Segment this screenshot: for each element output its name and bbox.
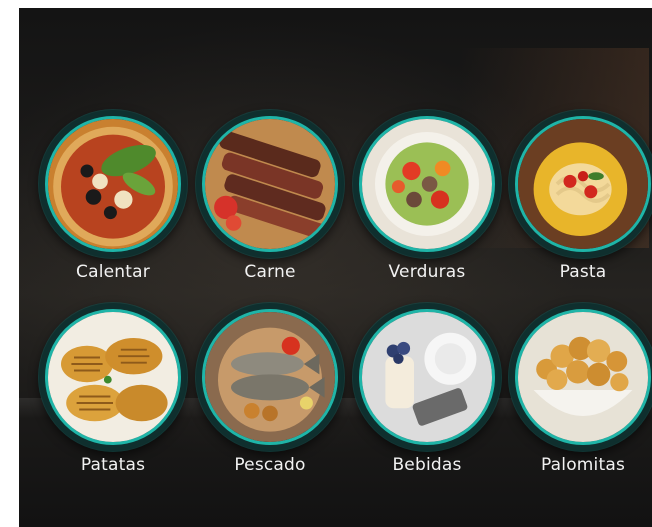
menu-item-label: Pasta xyxy=(559,262,607,282)
vegetables-icon xyxy=(359,116,495,252)
menu-item-label: Bebidas xyxy=(392,455,462,475)
pizza-icon xyxy=(45,116,181,252)
menu-item-palomitas[interactable]: Palomitas xyxy=(509,303,652,483)
menu-item-patatas[interactable]: Patatas xyxy=(39,303,187,483)
menu-item-label: Verduras xyxy=(388,262,466,282)
menu-item-pescado[interactable]: Pescado xyxy=(196,303,344,483)
menu-item-verduras[interactable]: Verduras xyxy=(353,110,501,290)
menu-item-label: Patatas xyxy=(80,455,146,475)
menu-item-bebidas[interactable]: Bebidas xyxy=(353,303,501,483)
drinks-icon xyxy=(359,309,495,445)
menu-item-label: Carne xyxy=(244,262,296,282)
fish-icon xyxy=(202,309,338,445)
menu-item-label: Palomitas xyxy=(540,455,626,475)
menu-item-calentar[interactable]: Calentar xyxy=(39,110,187,290)
menu-item-pasta[interactable]: Pasta xyxy=(509,110,652,290)
potatoes-icon xyxy=(45,309,181,445)
menu-item-label: Calentar xyxy=(76,262,150,282)
menu-item-carne[interactable]: Carne xyxy=(196,110,344,290)
menu-item-label: Pescado xyxy=(234,455,306,475)
popcorn-icon xyxy=(515,309,651,445)
pasta-icon xyxy=(515,116,651,252)
steak-icon xyxy=(202,116,338,252)
cooking-menu-screen: Calentar Carne Verduras Pasta Patatas Pe… xyxy=(19,8,652,527)
